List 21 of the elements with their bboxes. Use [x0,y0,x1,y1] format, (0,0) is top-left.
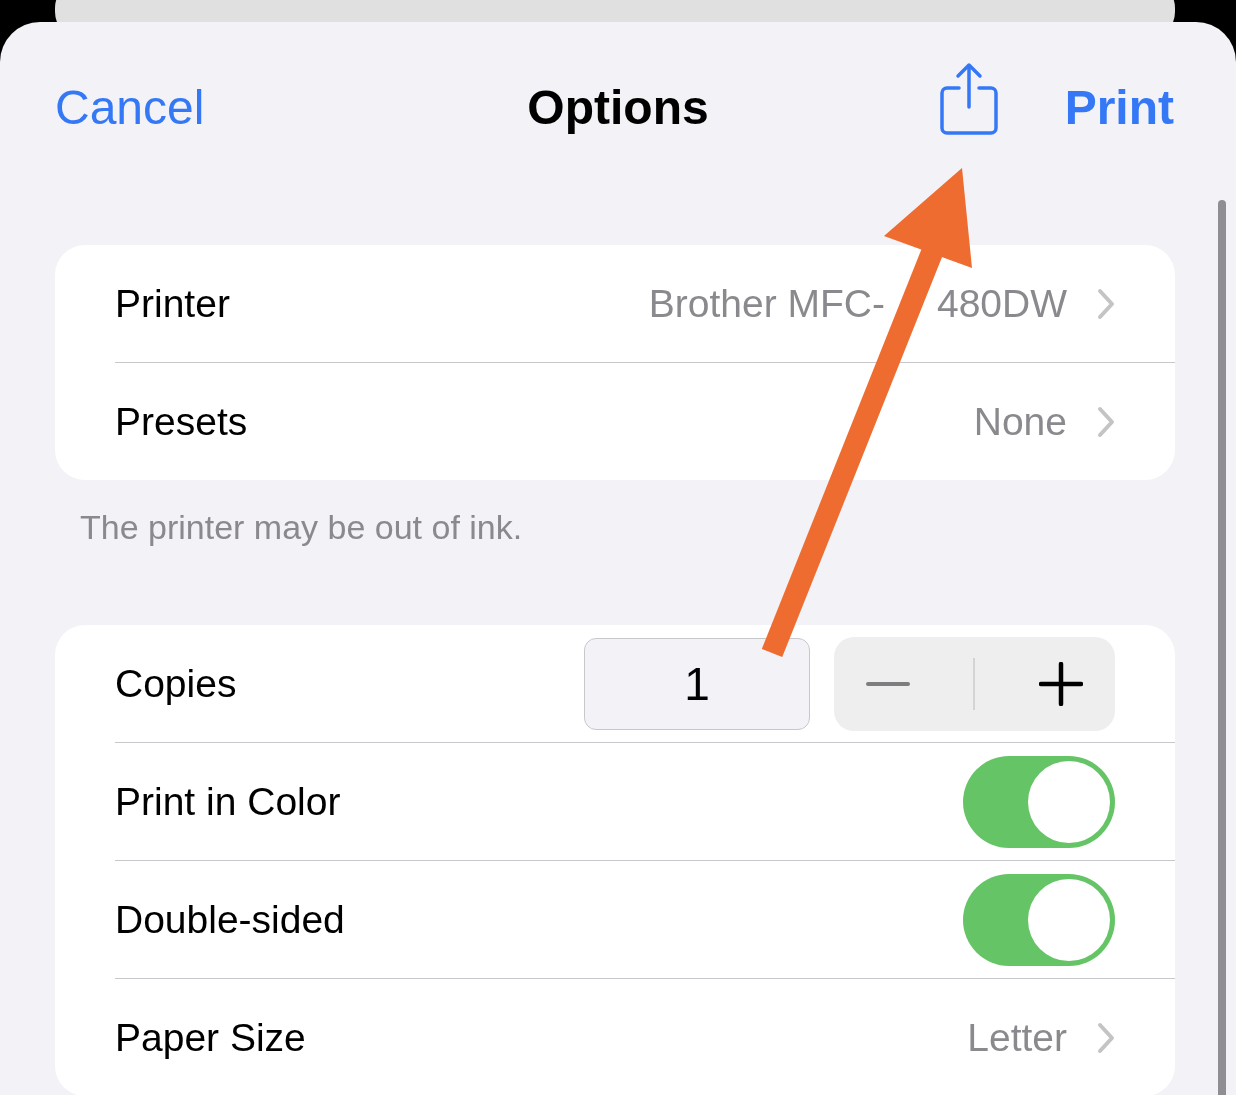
row-label: Paper Size [115,1015,307,1060]
row-value[interactable]: Brother MFC- [648,281,885,326]
row-value[interactable]: None [973,399,1067,444]
row-value[interactable]: Letter [967,1015,1067,1060]
row-label: Copies [115,661,238,706]
plus-icon[interactable] [1039,661,1084,706]
row-label: Print in Color [115,779,342,824]
share-icon[interactable] [938,62,999,136]
print-button[interactable]: Print [1064,79,1174,135]
chevron-icon [1097,1021,1115,1054]
copies-field[interactable]: 1 [584,637,810,730]
row-label: Double-sided [115,897,346,942]
minus-icon[interactable] [865,680,910,687]
row-label: Printer [115,281,231,326]
sheet-title: Options [527,79,709,135]
row-value[interactable]: 480DW [936,281,1067,326]
chevron-icon [1097,405,1115,438]
row-label: Presets [115,399,249,444]
cancel-button[interactable]: Cancel [55,79,205,135]
chevron-icon [1097,287,1115,320]
footer-note: The printer may be out of ink. [80,508,524,547]
